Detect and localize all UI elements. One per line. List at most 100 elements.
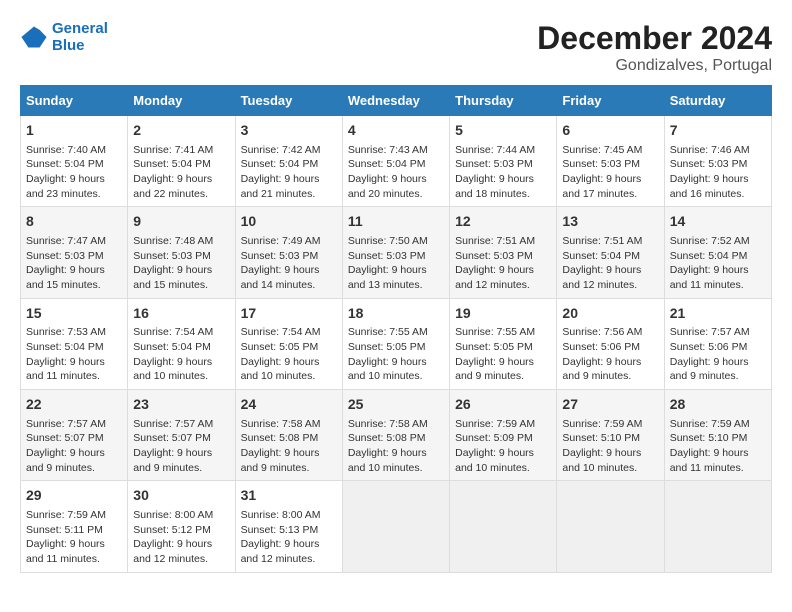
calendar-day-cell: 31Sunrise: 8:00 AM Sunset: 5:13 PM Dayli… [235, 481, 342, 572]
title-area: December 2024 Gondizalves, Portugal [537, 20, 772, 75]
calendar-day-cell: 21Sunrise: 7:57 AM Sunset: 5:06 PM Dayli… [664, 298, 771, 389]
day-info: Sunrise: 7:48 AM Sunset: 5:03 PM Dayligh… [133, 234, 229, 293]
day-number: 28 [670, 395, 766, 415]
day-number: 17 [241, 304, 337, 324]
day-number: 18 [348, 304, 444, 324]
day-info: Sunrise: 7:44 AM Sunset: 5:03 PM Dayligh… [455, 143, 551, 202]
day-number: 12 [455, 212, 551, 232]
day-number: 30 [133, 486, 229, 506]
calendar-week-row: 8Sunrise: 7:47 AM Sunset: 5:03 PM Daylig… [21, 207, 772, 298]
header-day: Thursday [450, 86, 557, 116]
calendar-week-row: 22Sunrise: 7:57 AM Sunset: 5:07 PM Dayli… [21, 390, 772, 481]
day-info: Sunrise: 7:58 AM Sunset: 5:08 PM Dayligh… [241, 417, 337, 476]
day-number: 7 [670, 121, 766, 141]
day-number: 26 [455, 395, 551, 415]
calendar-day-cell: 16Sunrise: 7:54 AM Sunset: 5:04 PM Dayli… [128, 298, 235, 389]
calendar-day-cell: 17Sunrise: 7:54 AM Sunset: 5:05 PM Dayli… [235, 298, 342, 389]
calendar-day-cell: 15Sunrise: 7:53 AM Sunset: 5:04 PM Dayli… [21, 298, 128, 389]
calendar-day-cell: 19Sunrise: 7:55 AM Sunset: 5:05 PM Dayli… [450, 298, 557, 389]
calendar-day-cell: 6Sunrise: 7:45 AM Sunset: 5:03 PM Daylig… [557, 116, 664, 207]
calendar-day-cell: 5Sunrise: 7:44 AM Sunset: 5:03 PM Daylig… [450, 116, 557, 207]
calendar-table: SundayMondayTuesdayWednesdayThursdayFrid… [20, 85, 772, 573]
day-info: Sunrise: 7:45 AM Sunset: 5:03 PM Dayligh… [562, 143, 658, 202]
day-info: Sunrise: 7:55 AM Sunset: 5:05 PM Dayligh… [348, 325, 444, 384]
day-info: Sunrise: 7:56 AM Sunset: 5:06 PM Dayligh… [562, 325, 658, 384]
day-number: 2 [133, 121, 229, 141]
calendar-day-cell: 26Sunrise: 7:59 AM Sunset: 5:09 PM Dayli… [450, 390, 557, 481]
day-info: Sunrise: 7:59 AM Sunset: 5:10 PM Dayligh… [670, 417, 766, 476]
calendar-day-cell: 2Sunrise: 7:41 AM Sunset: 5:04 PM Daylig… [128, 116, 235, 207]
logo: General Blue [20, 20, 108, 54]
day-info: Sunrise: 7:52 AM Sunset: 5:04 PM Dayligh… [670, 234, 766, 293]
day-number: 25 [348, 395, 444, 415]
calendar-day-cell: 11Sunrise: 7:50 AM Sunset: 5:03 PM Dayli… [342, 207, 449, 298]
calendar-day-cell: 18Sunrise: 7:55 AM Sunset: 5:05 PM Dayli… [342, 298, 449, 389]
calendar-day-cell: 22Sunrise: 7:57 AM Sunset: 5:07 PM Dayli… [21, 390, 128, 481]
day-info: Sunrise: 7:40 AM Sunset: 5:04 PM Dayligh… [26, 143, 122, 202]
calendar-day-cell: 13Sunrise: 7:51 AM Sunset: 5:04 PM Dayli… [557, 207, 664, 298]
day-number: 6 [562, 121, 658, 141]
header-day: Saturday [664, 86, 771, 116]
day-number: 15 [26, 304, 122, 324]
calendar-day-cell: 10Sunrise: 7:49 AM Sunset: 5:03 PM Dayli… [235, 207, 342, 298]
day-info: Sunrise: 7:51 AM Sunset: 5:04 PM Dayligh… [562, 234, 658, 293]
calendar-day-cell: 9Sunrise: 7:48 AM Sunset: 5:03 PM Daylig… [128, 207, 235, 298]
calendar-day-cell: 30Sunrise: 8:00 AM Sunset: 5:12 PM Dayli… [128, 481, 235, 572]
calendar-day-cell: 14Sunrise: 7:52 AM Sunset: 5:04 PM Dayli… [664, 207, 771, 298]
calendar-day-cell: 12Sunrise: 7:51 AM Sunset: 5:03 PM Dayli… [450, 207, 557, 298]
day-info: Sunrise: 7:43 AM Sunset: 5:04 PM Dayligh… [348, 143, 444, 202]
header-day: Sunday [21, 86, 128, 116]
day-number: 13 [562, 212, 658, 232]
calendar-day-cell [342, 481, 449, 572]
day-number: 29 [26, 486, 122, 506]
calendar-day-cell [664, 481, 771, 572]
calendar-day-cell: 7Sunrise: 7:46 AM Sunset: 5:03 PM Daylig… [664, 116, 771, 207]
day-info: Sunrise: 7:49 AM Sunset: 5:03 PM Dayligh… [241, 234, 337, 293]
day-info: Sunrise: 8:00 AM Sunset: 5:13 PM Dayligh… [241, 508, 337, 567]
day-number: 14 [670, 212, 766, 232]
day-info: Sunrise: 7:41 AM Sunset: 5:04 PM Dayligh… [133, 143, 229, 202]
calendar-day-cell: 8Sunrise: 7:47 AM Sunset: 5:03 PM Daylig… [21, 207, 128, 298]
day-number: 16 [133, 304, 229, 324]
calendar-day-cell [450, 481, 557, 572]
calendar-day-cell: 20Sunrise: 7:56 AM Sunset: 5:06 PM Dayli… [557, 298, 664, 389]
calendar-day-cell: 4Sunrise: 7:43 AM Sunset: 5:04 PM Daylig… [342, 116, 449, 207]
day-info: Sunrise: 7:57 AM Sunset: 5:06 PM Dayligh… [670, 325, 766, 384]
day-info: Sunrise: 7:46 AM Sunset: 5:03 PM Dayligh… [670, 143, 766, 202]
day-number: 4 [348, 121, 444, 141]
header-row: SundayMondayTuesdayWednesdayThursdayFrid… [21, 86, 772, 116]
day-number: 19 [455, 304, 551, 324]
calendar-day-cell: 27Sunrise: 7:59 AM Sunset: 5:10 PM Dayli… [557, 390, 664, 481]
day-number: 20 [562, 304, 658, 324]
day-info: Sunrise: 7:57 AM Sunset: 5:07 PM Dayligh… [26, 417, 122, 476]
day-info: Sunrise: 7:58 AM Sunset: 5:08 PM Dayligh… [348, 417, 444, 476]
day-info: Sunrise: 7:55 AM Sunset: 5:05 PM Dayligh… [455, 325, 551, 384]
day-info: Sunrise: 7:53 AM Sunset: 5:04 PM Dayligh… [26, 325, 122, 384]
day-number: 21 [670, 304, 766, 324]
header-day: Wednesday [342, 86, 449, 116]
main-title: December 2024 [537, 20, 772, 57]
day-info: Sunrise: 7:54 AM Sunset: 5:04 PM Dayligh… [133, 325, 229, 384]
calendar-week-row: 29Sunrise: 7:59 AM Sunset: 5:11 PM Dayli… [21, 481, 772, 572]
calendar-day-cell: 29Sunrise: 7:59 AM Sunset: 5:11 PM Dayli… [21, 481, 128, 572]
day-number: 10 [241, 212, 337, 232]
day-number: 23 [133, 395, 229, 415]
day-info: Sunrise: 7:47 AM Sunset: 5:03 PM Dayligh… [26, 234, 122, 293]
calendar-week-row: 1Sunrise: 7:40 AM Sunset: 5:04 PM Daylig… [21, 116, 772, 207]
subtitle: Gondizalves, Portugal [537, 57, 772, 75]
day-number: 3 [241, 121, 337, 141]
calendar-day-cell: 23Sunrise: 7:57 AM Sunset: 5:07 PM Dayli… [128, 390, 235, 481]
calendar-day-cell [557, 481, 664, 572]
day-number: 1 [26, 121, 122, 141]
header-day: Friday [557, 86, 664, 116]
calendar-day-cell: 24Sunrise: 7:58 AM Sunset: 5:08 PM Dayli… [235, 390, 342, 481]
day-info: Sunrise: 7:59 AM Sunset: 5:10 PM Dayligh… [562, 417, 658, 476]
day-info: Sunrise: 7:50 AM Sunset: 5:03 PM Dayligh… [348, 234, 444, 293]
day-number: 22 [26, 395, 122, 415]
calendar-day-cell: 28Sunrise: 7:59 AM Sunset: 5:10 PM Dayli… [664, 390, 771, 481]
day-info: Sunrise: 8:00 AM Sunset: 5:12 PM Dayligh… [133, 508, 229, 567]
day-info: Sunrise: 7:42 AM Sunset: 5:04 PM Dayligh… [241, 143, 337, 202]
day-number: 11 [348, 212, 444, 232]
day-info: Sunrise: 7:54 AM Sunset: 5:05 PM Dayligh… [241, 325, 337, 384]
calendar-day-cell: 25Sunrise: 7:58 AM Sunset: 5:08 PM Dayli… [342, 390, 449, 481]
